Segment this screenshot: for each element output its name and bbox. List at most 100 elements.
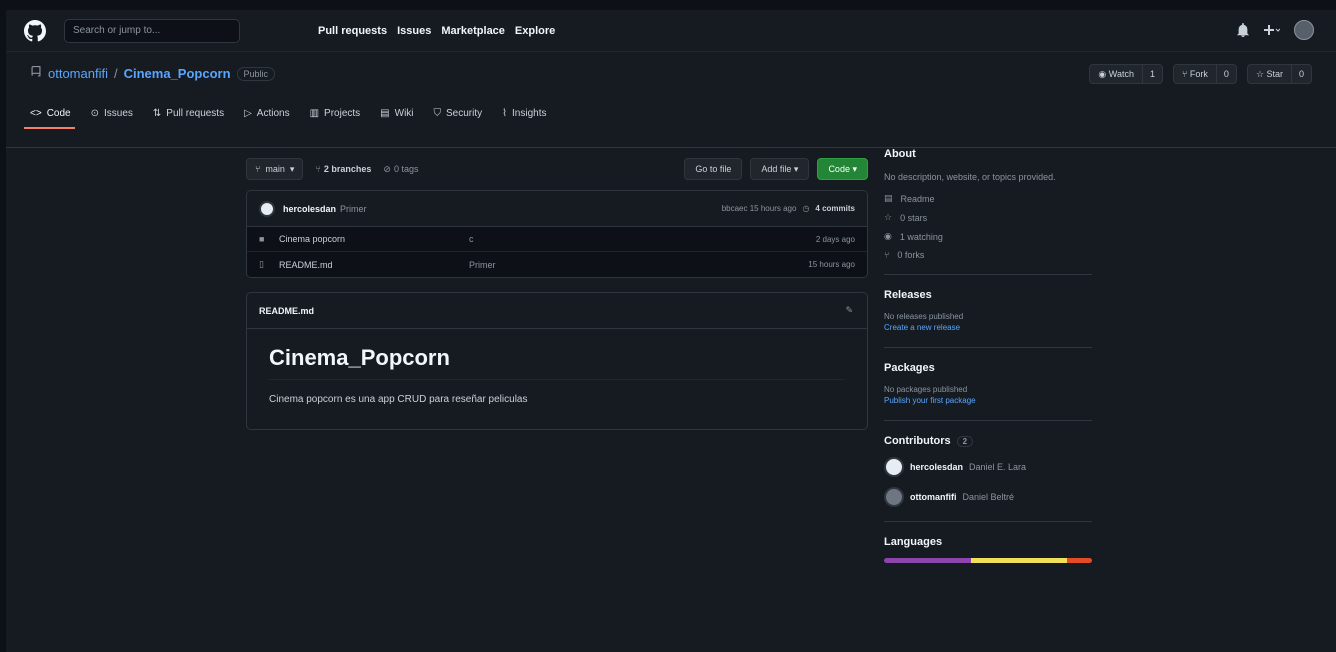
- shield-icon: ⛉: [433, 108, 442, 119]
- tab-insights[interactable]: ⌇ Insights: [502, 108, 546, 129]
- table-row[interactable]: ▯ README.md Primer 15 hours ago: [247, 252, 867, 277]
- tab-projects[interactable]: ▥ Projects: [310, 108, 361, 129]
- contributor-login[interactable]: hercolesdan: [910, 462, 963, 472]
- fork-label: Fork: [1189, 69, 1208, 79]
- chevron-down-icon: ▾: [289, 163, 295, 174]
- commit-author[interactable]: hercolesdan: [283, 204, 336, 214]
- file-commit-message[interactable]: c: [469, 234, 474, 244]
- list-item[interactable]: ottomanfifi Daniel Beltré: [884, 487, 1092, 507]
- repo-name-link[interactable]: Cinema_Popcorn: [124, 66, 231, 81]
- tab-issues[interactable]: ⊙ Issues: [91, 108, 133, 129]
- code-button[interactable]: Code ▾: [817, 158, 868, 180]
- code-label: Code: [828, 164, 850, 174]
- contributor-login[interactable]: ottomanfifi: [910, 492, 957, 502]
- repo-tabs: <> Code ⊙ Issues ⇅ Pull requests ▷ Actions ▥…: [24, 108, 547, 129]
- packages-empty: No packages published: [884, 385, 968, 394]
- releases-empty: No releases published: [884, 312, 964, 321]
- play-icon: ▷: [244, 108, 252, 119]
- avatar[interactable]: [259, 200, 275, 217]
- star-label: Star: [1266, 68, 1283, 79]
- watchers-link[interactable]: ◉ 1 watching: [884, 231, 1092, 242]
- search-input[interactable]: Search or jump to...: [64, 18, 240, 43]
- main-content: ⑂ main ▾ ⑂ 2 branches ⊘ 0 tags Go to file …: [246, 148, 868, 430]
- about-item-label: 1 watching: [899, 231, 943, 242]
- project-icon: ▥: [309, 108, 320, 119]
- watch-label: Watch: [1108, 68, 1134, 79]
- contributors-title[interactable]: Contributors 2: [884, 435, 1092, 447]
- tab-label: Issues: [103, 108, 133, 119]
- readme-link[interactable]: ▤ Readme: [884, 193, 1092, 204]
- github-logo-icon[interactable]: [24, 19, 46, 42]
- star-icon: ☆: [884, 212, 893, 222]
- go-to-file-button[interactable]: Go to file: [684, 158, 743, 180]
- tab-pull-requests[interactable]: ⇅ Pull requests: [153, 108, 224, 129]
- create-release-link[interactable]: Create a new release: [884, 322, 1092, 333]
- languages-section: Languages: [884, 536, 1092, 563]
- branches-count: 2 branches: [323, 164, 372, 174]
- commit-time[interactable]: bbcaec 15 hours ago: [722, 204, 797, 213]
- releases-title[interactable]: Releases: [884, 289, 1092, 301]
- commits-link[interactable]: 4 commits: [815, 204, 855, 213]
- latest-commit: hercolesdan Primer bbcaec 15 hours ago ◷…: [247, 191, 867, 227]
- add-file-button[interactable]: Add file ▾: [750, 158, 810, 180]
- about-title: About: [884, 148, 916, 160]
- sidebar: About No description, website, or topics…: [884, 148, 1092, 563]
- file-commit-message[interactable]: Primer: [469, 260, 496, 270]
- visibility-badge: Public: [236, 66, 276, 81]
- avatar[interactable]: [884, 487, 904, 507]
- star-button[interactable]: ☆ Star 0: [1246, 64, 1312, 84]
- list-item[interactable]: hercolesdan Daniel E. Lara: [884, 457, 1092, 477]
- fork-button[interactable]: ⑂ Fork 0: [1172, 64, 1237, 84]
- nav-marketplace[interactable]: Marketplace: [441, 25, 505, 37]
- about-item-label: 0 stars: [900, 212, 928, 223]
- commit-message[interactable]: Primer: [340, 204, 367, 214]
- language-segment: [884, 558, 972, 563]
- file-time: 2 days ago: [815, 234, 855, 244]
- file-list: hercolesdan Primer bbcaec 15 hours ago ◷…: [246, 190, 868, 278]
- bell-icon[interactable]: [1236, 23, 1250, 37]
- nav-pull-requests[interactable]: Pull requests: [318, 25, 387, 37]
- tags-link[interactable]: ⊘ 0 tags: [383, 164, 418, 175]
- tab-label: Insights: [512, 108, 547, 119]
- file-name[interactable]: Cinema popcorn: [279, 234, 469, 244]
- folder-icon: ■: [259, 234, 265, 244]
- tab-wiki[interactable]: ▤ Wiki: [380, 108, 413, 129]
- tab-code[interactable]: <> Code: [24, 108, 75, 129]
- avatar[interactable]: [884, 457, 904, 477]
- packages-title[interactable]: Packages: [884, 362, 1092, 374]
- header-right: [1236, 20, 1314, 40]
- watch-count: 1: [1141, 65, 1162, 83]
- contributors-count: 2: [956, 435, 974, 447]
- branches-link[interactable]: ⑂ 2 branches: [315, 164, 371, 174]
- watch-button[interactable]: ◉ Watch 1: [1089, 64, 1163, 84]
- nav-explore[interactable]: Explore: [515, 25, 555, 37]
- stars-link[interactable]: ☆ 0 stars: [884, 212, 1092, 223]
- file-name[interactable]: README.md: [279, 260, 469, 270]
- chevron-down-icon: ▾: [793, 163, 799, 174]
- tab-security[interactable]: ⛉ Security: [434, 108, 483, 129]
- branch-select[interactable]: ⑂ main ▾: [246, 158, 304, 180]
- toolbar-actions: Go to file Add file ▾ Code ▾: [684, 158, 868, 180]
- repo-owner-link[interactable]: ottomanfifi: [48, 66, 108, 81]
- add-file-label: Add file: [761, 164, 792, 174]
- publish-package-link[interactable]: Publish your first package: [884, 395, 1092, 406]
- pencil-icon[interactable]: ✎: [845, 305, 853, 316]
- user-avatar[interactable]: [1294, 20, 1314, 40]
- eye-icon: ◉ Watch: [1098, 68, 1134, 79]
- plus-icon[interactable]: [1264, 24, 1280, 36]
- table-row[interactable]: ■ Cinema popcorn c 2 days ago: [247, 227, 867, 252]
- history-icon: ◷: [802, 204, 810, 213]
- branch-label: main: [265, 164, 285, 174]
- language-segment: [1067, 558, 1092, 563]
- tab-actions[interactable]: ▷ Actions: [244, 108, 290, 129]
- contributors-section: Contributors 2 hercolesdan Daniel E. Lar…: [884, 435, 1092, 522]
- readme-header: README.md ✎: [247, 293, 867, 329]
- branch-icon: ⑂: [315, 164, 321, 174]
- file-time: 15 hours ago: [808, 260, 855, 269]
- chevron-down-icon: ▾: [852, 163, 857, 174]
- book-icon: ▤: [380, 108, 390, 119]
- tag-icon: ⊘: [383, 163, 391, 174]
- nav-issues[interactable]: Issues: [397, 25, 431, 37]
- forks-link[interactable]: ⑂ 0 forks: [884, 250, 1092, 260]
- commit-meta: bbcaec 15 hours ago ◷ 4 commits: [722, 204, 855, 213]
